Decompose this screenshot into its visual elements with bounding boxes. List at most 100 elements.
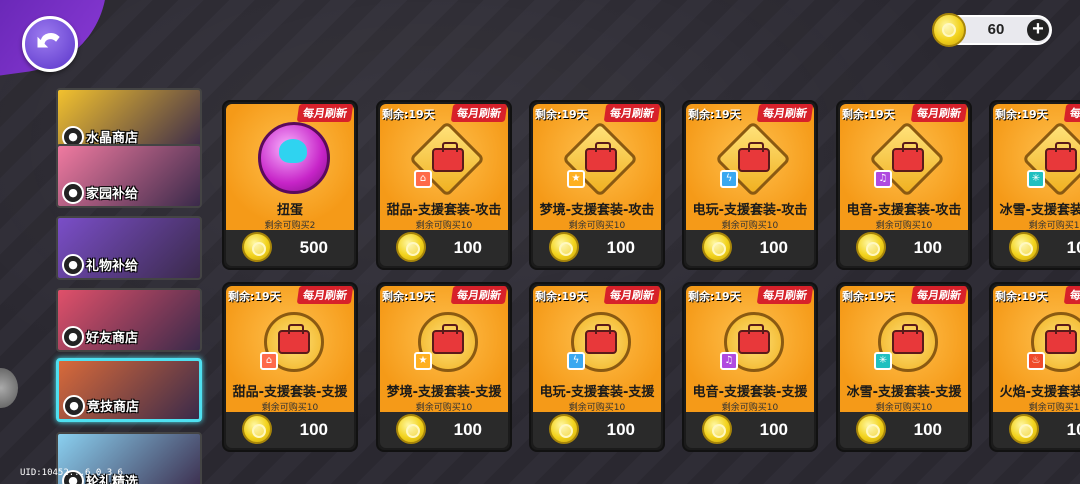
element-badge-icon: ★ [567, 170, 585, 188]
support-kit-icon: ✳ [870, 310, 944, 380]
item-name: 梦境-支援套装-攻击 [539, 203, 655, 218]
shop-item-card[interactable]: ✳ 剩余:19天 每月刷新 冰雪-支援套装-支援 剩余可购买10 100 [836, 282, 972, 452]
shop-item-card[interactable]: ♨剩余:19天每月刷新火焰-支援套装-支援剩余可购买10100 [989, 282, 1080, 452]
monthly-refresh-badge: 每月刷新 [910, 104, 968, 122]
support-kit-icon: ♫ [716, 310, 790, 380]
support-kit-icon: ⌂ [256, 310, 330, 380]
sidebar-item-1[interactable]: ● 水晶商店 [56, 88, 202, 152]
support-kit-icon: ϟ [563, 310, 637, 380]
friend-icon: ● [62, 326, 84, 348]
element-badge-icon: ★ [414, 352, 432, 370]
add-coins-button[interactable]: + [1027, 19, 1049, 41]
shop-item-card[interactable]: ϟ 剩余:19天 每月刷新 电玩-支援套装-攻击 剩余可购买10 100 [682, 100, 818, 270]
monthly-refresh-badge: 每月刷新 [296, 286, 354, 304]
monthly-refresh-badge: 每月刷新 [1063, 104, 1080, 122]
item-price: 100 [913, 420, 942, 439]
price-footer: 100 [840, 412, 968, 448]
element-badge-icon: ⌂ [260, 352, 278, 370]
coin-icon [1009, 232, 1039, 262]
item-price: 100 [299, 420, 328, 439]
element-badge-icon: ✳ [1027, 170, 1045, 188]
item-name: 扭蛋 [276, 203, 303, 218]
sidebar-item-5[interactable]: ● 竞技商店 [56, 358, 202, 422]
monthly-refresh-badge: 每月刷新 [603, 286, 661, 304]
side-handle[interactable] [0, 368, 18, 408]
item-price: 100 [1066, 238, 1080, 257]
remaining-days: 剩余:19天 [228, 290, 281, 303]
item-name: 甜品-支援套装-攻击 [386, 203, 502, 218]
price-footer: 100 [993, 230, 1080, 266]
remaining-days: 剩余:19天 [842, 108, 895, 121]
shop-item-card[interactable]: ⌂ 剩余:19天 每月刷新 甜品-支援套装-支援 剩余可购买10 100 [222, 282, 358, 452]
price-footer: 100 [226, 412, 354, 448]
sidebar-item-4[interactable]: ● 好友商店 [56, 288, 202, 352]
sidebar-item-label: 家园补给 [86, 187, 139, 202]
sidebar-item-label: 竞技商店 [87, 400, 140, 415]
element-badge-icon: ϟ [720, 170, 738, 188]
remaining-days: 剩余:19天 [688, 290, 741, 303]
gift-icon: ● [62, 254, 84, 276]
price-footer: 100 [533, 230, 661, 266]
uid-label: UID:10452...6.0.3.6 [20, 468, 123, 478]
item-name: 冰雪-支援套装-支援 [846, 385, 962, 400]
item-price: 100 [453, 420, 482, 439]
coin-icon [242, 232, 272, 262]
item-price: 100 [913, 238, 942, 257]
price-footer: 500 [226, 230, 354, 266]
coin-icon [702, 414, 732, 444]
item-name: 电玩-支援套装-攻击 [692, 203, 808, 218]
shop-item-card[interactable]: ♫ 剩余:19天 每月刷新 电音-支援套装-攻击 剩余可购买10 100 [836, 100, 972, 270]
item-price: 100 [759, 420, 788, 439]
sidebar-item-3[interactable]: ● 礼物补给 [56, 216, 202, 280]
back-button[interactable] [22, 16, 78, 72]
support-kit-icon: ★ [410, 310, 484, 380]
remaining-days: 剩余:19天 [382, 108, 435, 121]
support-kit-icon: ⌂ [408, 120, 486, 198]
sidebar-item-label: 礼物补给 [86, 259, 139, 274]
bag-icon [1045, 324, 1077, 354]
element-badge-icon: ♫ [720, 352, 738, 370]
coin-icon [1009, 414, 1039, 444]
price-footer: 100 [380, 412, 508, 448]
bag-icon [892, 142, 924, 172]
bag-icon [278, 324, 310, 354]
item-name: 电音-支援套装-支援 [692, 385, 808, 400]
support-kit-icon: ★ [561, 120, 639, 198]
price-footer: 100 [533, 412, 661, 448]
remaining-days: 剩余:19天 [535, 290, 588, 303]
price-footer: 100 [840, 230, 968, 266]
house-icon: ● [62, 182, 84, 204]
remaining-days: 剩余:19天 [382, 290, 435, 303]
item-price: 500 [299, 238, 328, 257]
shop-item-card[interactable]: ✳剩余:19天每月刷新冰雪-支援套装-攻击剩余可购买10100 [989, 100, 1080, 270]
support-kit-icon: ϟ [714, 120, 792, 198]
shop-item-card[interactable]: 每月刷新 扭蛋 剩余可购买2 500 [222, 100, 358, 270]
shop-item-card[interactable]: ★ 剩余:19天 每月刷新 梦境-支援套装-支援 剩余可购买10 100 [376, 282, 512, 452]
coin-balance: 60 + [932, 13, 1052, 47]
bag-icon [1045, 142, 1077, 172]
bag-icon [738, 142, 770, 172]
sidebar-item-2[interactable]: ● 家园补给 [56, 144, 202, 208]
shop-item-card[interactable]: ⌂ 剩余:19天 每月刷新 甜品-支援套装-攻击 剩余可购买10 100 [376, 100, 512, 270]
shop-item-card[interactable]: ϟ 剩余:19天 每月刷新 电玩-支援套装-支援 剩余可购买10 100 [529, 282, 665, 452]
monthly-refresh-badge: 每月刷新 [756, 286, 814, 304]
coin-icon [932, 13, 966, 47]
monthly-refresh-badge: 每月刷新 [450, 104, 508, 122]
coin-icon [549, 414, 579, 444]
coin-icon [242, 414, 272, 444]
remaining-days: 剩余:19天 [535, 108, 588, 121]
item-name: 甜品-支援套装-支援 [232, 385, 348, 400]
shop-item-card[interactable]: ♫ 剩余:19天 每月刷新 电音-支援套装-支援 剩余可购买10 100 [682, 282, 818, 452]
element-badge-icon: ♫ [874, 170, 892, 188]
support-kit-icon: ✳ [1021, 120, 1080, 198]
item-grid: 每月刷新 扭蛋 剩余可购买2 500 ⌂ 剩余:19天 每月刷新 甜品-支援套装-攻击 剩余可购… [222, 100, 1080, 460]
shop-item-card[interactable]: ★ 剩余:19天 每月刷新 梦境-支援套装-攻击 剩余可购买10 100 [529, 100, 665, 270]
sidebar-item-label: 好友商店 [86, 331, 139, 346]
coin-icon [702, 232, 732, 262]
item-name: 火焰-支援套装-支援 [999, 385, 1080, 400]
coin-icon [856, 232, 886, 262]
coin-icon [396, 414, 426, 444]
remaining-days: 剩余:19天 [995, 290, 1048, 303]
bag-icon [892, 324, 924, 354]
item-price: 100 [1066, 420, 1080, 439]
